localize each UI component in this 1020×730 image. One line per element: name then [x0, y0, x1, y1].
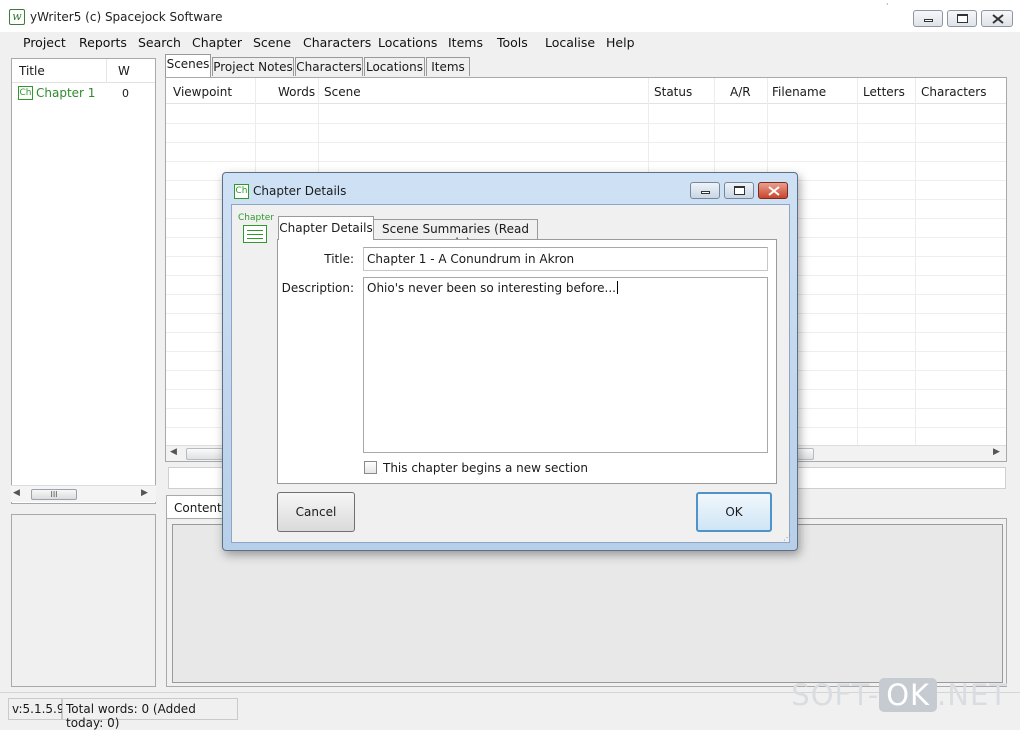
- watermark-left: SOFT-: [791, 678, 880, 712]
- cancel-button[interactable]: Cancel: [277, 492, 355, 532]
- page-icon: [243, 225, 267, 243]
- dot-icon: ·: [886, 0, 889, 9]
- menu-tools[interactable]: Tools: [497, 35, 528, 50]
- window-titlebar[interactable]: w yWriter5 (c) Spacejock Software ·: [0, 0, 1020, 32]
- column-header-viewpoint[interactable]: Viewpoint: [173, 85, 232, 99]
- list-item[interactable]: Ch Chapter 1 0: [12, 83, 155, 103]
- menu-bar: Project Reports Search Chapter Scene Cha…: [0, 32, 1020, 54]
- window-title: yWriter5 (c) Spacejock Software: [30, 10, 223, 24]
- chapter-title: Chapter 1: [36, 86, 96, 100]
- watermark-ok: OK: [879, 678, 938, 712]
- menu-project[interactable]: Project: [23, 35, 66, 50]
- scene-grid-header: Viewpoint Words Scene Status A/R Filenam…: [166, 78, 1006, 104]
- page-line: [247, 234, 263, 235]
- ok-button[interactable]: OK: [696, 492, 772, 532]
- grid-row-line: [166, 123, 1006, 124]
- dialog-close-button[interactable]: [758, 182, 788, 199]
- scroll-thumb[interactable]: III: [31, 489, 77, 500]
- chapter-page-icon: Chapter: [238, 213, 274, 249]
- watermark-right: .NET: [937, 678, 1008, 712]
- column-header-filename[interactable]: Filename: [772, 85, 826, 99]
- column-header-title[interactable]: Title: [19, 64, 45, 78]
- close-icon: [768, 186, 780, 196]
- scroll-right-icon[interactable]: ▶: [993, 447, 1000, 457]
- new-section-checkbox[interactable]: [364, 461, 377, 474]
- column-divider[interactable]: [106, 59, 107, 83]
- chapter-list-header: Title W: [12, 59, 155, 83]
- grid-row-line: [166, 161, 1006, 162]
- menu-localise[interactable]: Localise: [545, 35, 595, 50]
- title-label: Title:: [324, 252, 354, 266]
- grid-row-line: [166, 142, 1006, 143]
- minimize-icon: [701, 191, 710, 194]
- scroll-right-icon[interactable]: ▶: [141, 488, 148, 498]
- tab-items[interactable]: Items: [426, 57, 470, 76]
- description-text: Ohio's never been so interesting before.…: [367, 281, 616, 295]
- version-label: v:5.1.5.9: [8, 698, 64, 720]
- page-line: [247, 238, 263, 239]
- watermark: SOFT- OK .NET: [791, 678, 1008, 712]
- tab-content[interactable]: Content: [166, 495, 224, 519]
- description-label: Description:: [281, 281, 354, 295]
- maximize-icon: [957, 14, 968, 23]
- menu-chapter[interactable]: Chapter: [192, 35, 242, 50]
- scroll-left-icon[interactable]: ◀: [170, 447, 177, 457]
- ywriter-logo-icon: w: [9, 9, 25, 25]
- dialog-minimize-button[interactable]: [690, 182, 720, 199]
- menu-characters[interactable]: Characters: [303, 35, 371, 50]
- text-caret: [617, 281, 618, 294]
- tab-scene-summaries[interactable]: Scene Summaries (Read only): [373, 219, 538, 250]
- menu-help[interactable]: Help: [606, 35, 635, 50]
- new-section-label[interactable]: This chapter begins a new section: [383, 461, 588, 475]
- tab-scenes[interactable]: Scenes: [165, 54, 211, 77]
- close-icon: [992, 14, 1004, 24]
- column-header-characters[interactable]: Characters: [921, 85, 987, 99]
- minimize-icon: [924, 19, 933, 22]
- maximize-icon: [734, 186, 745, 195]
- column-divider: [857, 78, 858, 461]
- menu-scene[interactable]: Scene: [253, 35, 291, 50]
- scroll-left-icon[interactable]: ◀: [13, 488, 20, 498]
- tab-chapter-details[interactable]: Chapter Details: [278, 216, 374, 240]
- chapter-list[interactable]: Title W Ch Chapter 1 0: [11, 58, 156, 504]
- chapter-title-field[interactable]: Chapter 1 - A Conundrum in Akron: [363, 247, 768, 271]
- chapter-description-field[interactable]: Ohio's never been so interesting before.…: [363, 277, 768, 453]
- dialog-maximize-button[interactable]: [724, 182, 754, 199]
- chapter-icon: Ch: [18, 86, 33, 100]
- page-line: [247, 230, 263, 231]
- column-divider: [915, 78, 916, 461]
- maximize-button[interactable]: [947, 10, 977, 27]
- dialog-body: Chapter Chapter Details Scene Summaries …: [231, 204, 791, 543]
- dialog-title: Chapter Details: [253, 184, 347, 198]
- column-header-ar[interactable]: A/R: [730, 85, 751, 99]
- chapter-icon: Ch: [234, 184, 249, 199]
- chapter-list-scrollbar[interactable]: ◀ III ▶: [11, 485, 156, 502]
- resize-grip-icon[interactable]: ⋰: [783, 533, 791, 542]
- column-header-status[interactable]: Status: [654, 85, 692, 99]
- chapter-preview-pane: [11, 514, 156, 687]
- column-header-letters[interactable]: Letters: [863, 85, 905, 99]
- column-header-scene[interactable]: Scene: [324, 85, 361, 99]
- minimize-button[interactable]: [913, 10, 943, 27]
- menu-items[interactable]: Items: [448, 35, 483, 50]
- close-button[interactable]: [981, 10, 1013, 27]
- menu-search[interactable]: Search: [138, 35, 181, 50]
- chapter-details-panel: Title: Chapter 1 - A Conundrum in Akron …: [277, 239, 777, 484]
- column-header-words[interactable]: Words: [278, 85, 315, 99]
- chapter-details-dialog[interactable]: Ch Chapter Details Chapter Chapter Detai…: [222, 172, 798, 551]
- chapter-badge-label: Chapter: [238, 213, 274, 223]
- tab-characters[interactable]: Characters: [295, 57, 363, 76]
- menu-reports[interactable]: Reports: [79, 35, 127, 50]
- menu-locations[interactable]: Locations: [378, 35, 437, 50]
- total-words-label: Total words: 0 (Added today: 0): [62, 698, 238, 730]
- tab-project-notes[interactable]: Project Notes: [212, 57, 294, 76]
- chapter-word-count: 0: [122, 87, 129, 100]
- tab-locations[interactable]: Locations: [364, 57, 425, 76]
- column-header-words[interactable]: W: [118, 64, 130, 78]
